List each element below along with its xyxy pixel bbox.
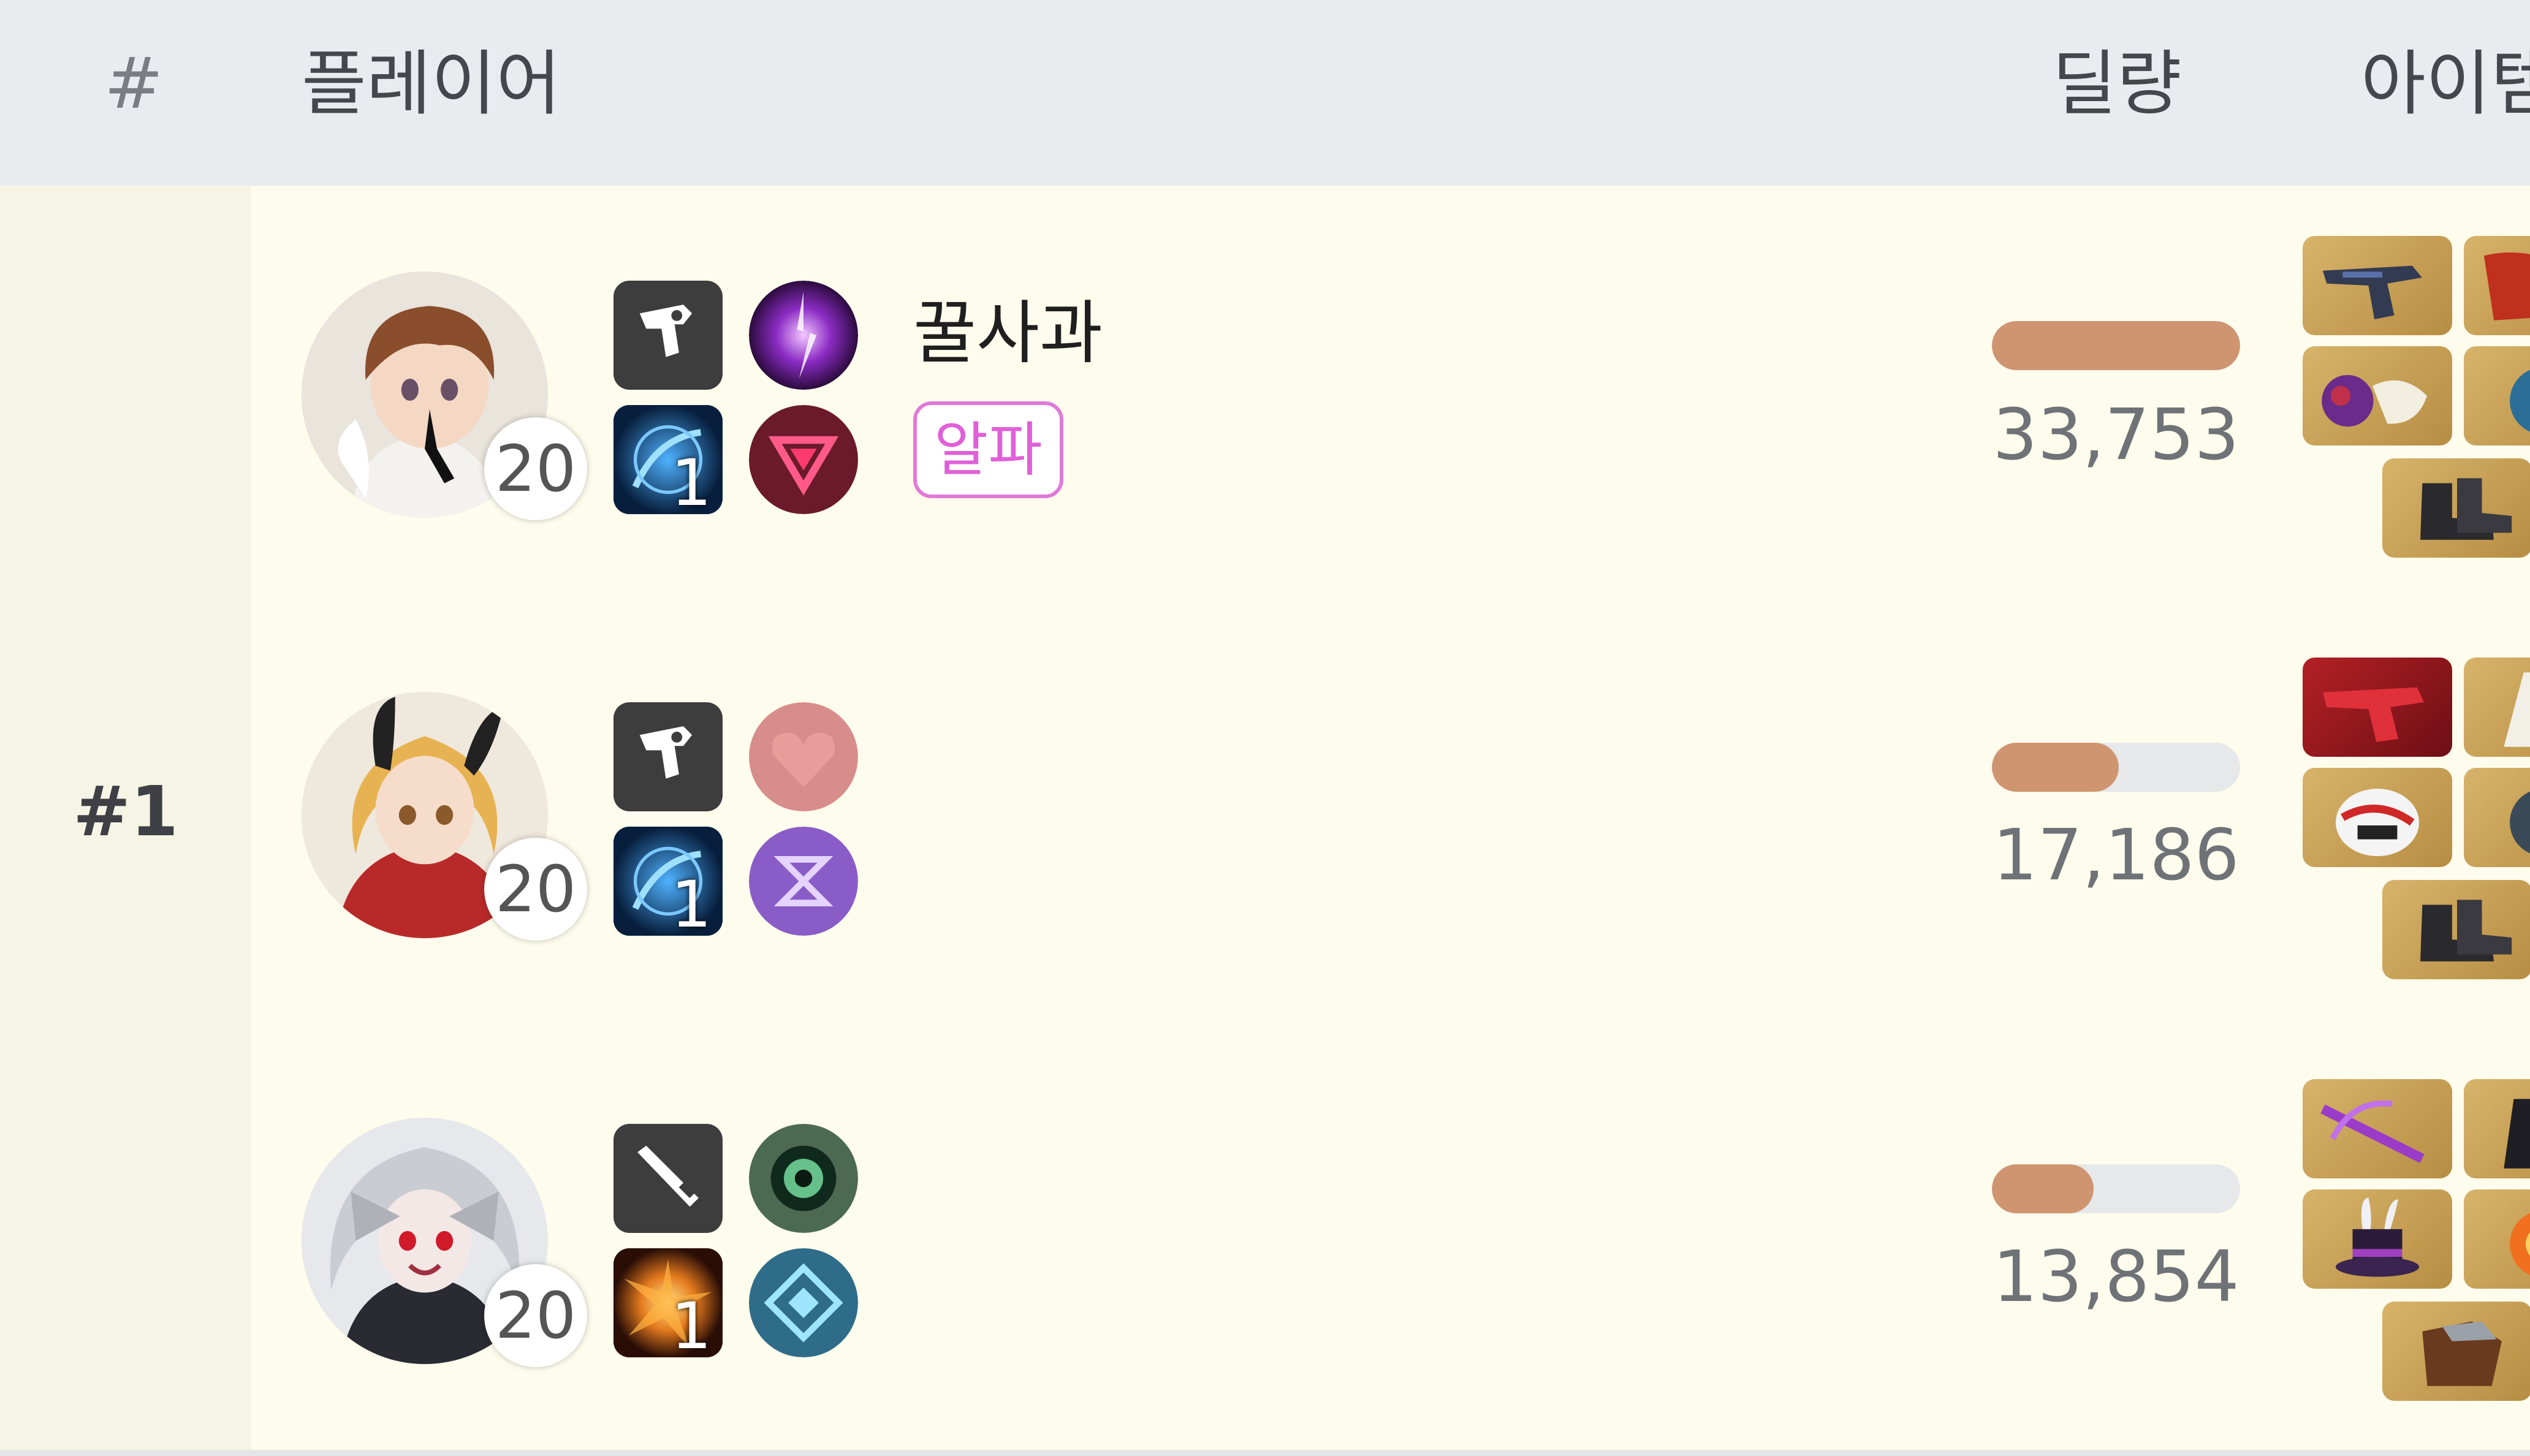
green-eye-trait-icon[interactable] (749, 1124, 858, 1233)
white-robe-item-icon[interactable] (2464, 658, 2530, 757)
damage-bar-fill (1992, 321, 2240, 370)
bunny-top-hat-item-icon[interactable] (2303, 1189, 2452, 1289)
damage-value: 13,854 (1992, 1236, 2239, 1318)
revolver-item-icon[interactable] (2303, 236, 2452, 335)
dark-cloak-item-icon[interactable] (2464, 1079, 2530, 1178)
table-header: # 플레이어 딜량 아이템 (0, 0, 2530, 186)
damage-bar (1992, 743, 2240, 792)
purple-crossbow-item-icon[interactable] (2303, 1079, 2452, 1178)
fire-orb-item-icon[interactable] (2464, 1189, 2530, 1289)
character-level-badge: 20 (484, 838, 587, 941)
bat-icon[interactable] (614, 1124, 723, 1233)
red-armor-item-icon[interactable] (2464, 236, 2530, 335)
damage-bar-fill (1992, 1164, 2094, 1213)
skill-level: 1 (670, 867, 712, 936)
racing-helmet-item-icon[interactable] (2303, 768, 2452, 867)
black-boots-item-icon[interactable] (2382, 880, 2530, 979)
revolver-icon[interactable] (614, 702, 723, 811)
blue-helmet-item-icon[interactable] (2464, 346, 2530, 446)
red-heart-trait-icon[interactable] (749, 702, 858, 811)
damage-value: 17,186 (1992, 814, 2239, 897)
blue-dash-skill-icon[interactable]: 1 (614, 405, 723, 514)
damage-bar (1992, 321, 2240, 370)
rank-column-header: # (104, 43, 164, 125)
skill-level: 1 (670, 1289, 712, 1357)
masquerade-mask-item-icon[interactable] (2303, 346, 2452, 446)
damage-bar (1992, 1164, 2240, 1213)
red-pistol-item-icon[interactable] (2303, 658, 2452, 757)
player-column-header: 플레이어 (302, 43, 561, 125)
damage-column-header[interactable]: 딜량 (2052, 44, 2182, 124)
blue-dash-skill-icon[interactable]: 1 (614, 827, 723, 936)
player-row: 20 1 13,854 (251, 1029, 2530, 1450)
character-level-badge: 20 (484, 417, 587, 520)
skill-level: 1 (670, 446, 712, 514)
player-name[interactable]: 꿀사과 (913, 278, 1103, 377)
teal-diamond-augment-icon[interactable] (749, 1248, 858, 1357)
player-row: 20 1 꿀사과 알파 33,753 (251, 186, 2530, 607)
player-row: 20 1 17,186 (251, 607, 2530, 1029)
purple-swirl-augment-icon[interactable] (749, 827, 858, 936)
table-bottom-border (0, 1450, 2530, 1456)
damage-bar-fill (1992, 743, 2119, 792)
revolver-icon[interactable] (614, 281, 723, 390)
gauntlet-boots-item-icon[interactable] (2382, 1302, 2530, 1401)
items-column-header: 아이템 (2361, 43, 2530, 125)
team-rank: #1 (73, 772, 178, 852)
purple-lightning-trait-icon[interactable] (749, 281, 858, 390)
damage-value: 33,753 (1992, 394, 2239, 476)
tier-badge: 알파 (913, 401, 1063, 498)
dark-helmet-item-icon[interactable] (2464, 768, 2530, 867)
rank-column: #1 (0, 186, 251, 1450)
character-level-badge: 20 (484, 1264, 587, 1367)
black-boots-item-icon[interactable] (2382, 458, 2530, 558)
orange-burst-skill-icon[interactable]: 1 (614, 1248, 723, 1357)
red-triangle-augment-icon[interactable] (749, 405, 858, 514)
